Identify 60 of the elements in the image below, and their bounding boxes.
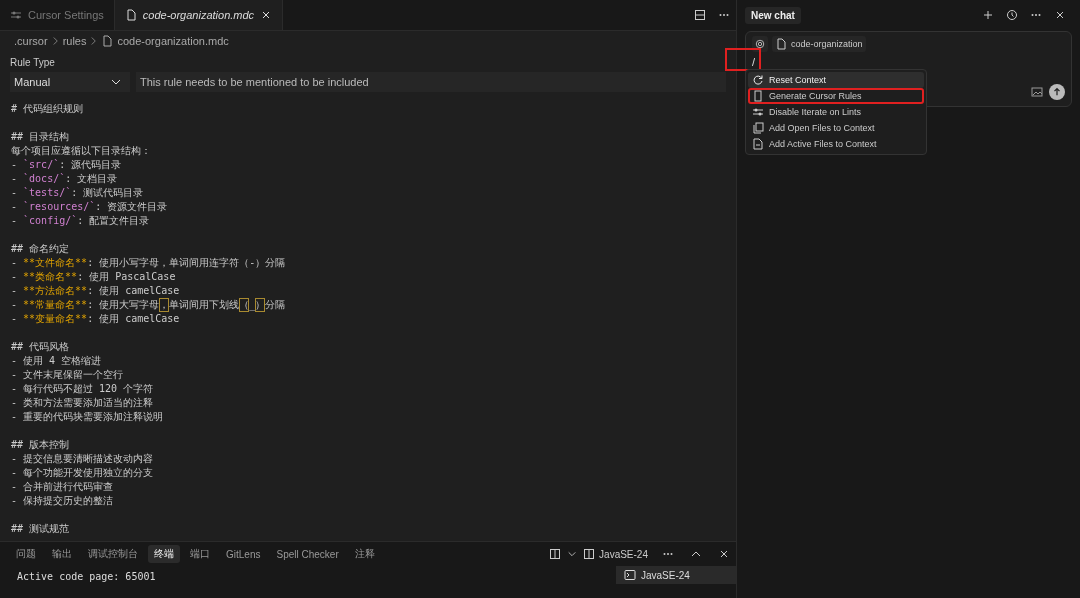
code-text: `tests/`	[23, 186, 72, 200]
menu-item-label: Reset Context	[769, 75, 827, 85]
code-text: - 保持提交历史的整洁	[11, 494, 114, 508]
menu-item-label: Add Active Files to Context	[769, 139, 877, 149]
code-text: -	[11, 312, 19, 326]
code-text: （	[239, 298, 250, 312]
code-text: **文件命名**	[23, 256, 88, 270]
code-text: -	[11, 298, 19, 312]
code-text: ，	[159, 298, 170, 312]
code-text: 分隔	[265, 298, 286, 312]
code-text: **类命名**	[23, 270, 78, 284]
code-text: : 使用 camelCase	[87, 312, 180, 326]
code-text: - 每行代码不超过 120 个字符	[11, 382, 154, 396]
code-text: -	[11, 270, 19, 284]
code-text: ## 测试规范	[11, 522, 70, 536]
code-text: **常量命名**	[23, 298, 88, 312]
code-text: -	[11, 214, 19, 228]
code-text: : 使用 camelCase	[87, 284, 180, 298]
code-text: `src/`	[23, 158, 60, 172]
code-text: -	[11, 186, 19, 200]
code-text: : 源代码目录	[59, 158, 122, 172]
code-text: - 类和方法需要添加适当的注释	[11, 396, 154, 410]
code-text: ## 目录结构	[11, 130, 70, 144]
code-text: `docs/`	[23, 172, 66, 186]
terminal-output: Active code page: 65001	[17, 571, 156, 582]
code-text: `config/`	[23, 214, 78, 228]
menu-item-label: Disable Iterate on Lints	[769, 107, 862, 117]
code-text: ## 版本控制	[11, 438, 70, 452]
code-text: : 文档目录	[65, 172, 118, 186]
code-text: : 配置文件目录	[77, 214, 150, 228]
rule-type-label: Rule Type	[10, 57, 56, 68]
code-text: - 重要的代码块需要添加注释说明	[11, 410, 164, 424]
code-text: : 测试代码目录	[71, 186, 144, 200]
code-text: 每个项目应遵循以下目录结构：	[11, 144, 151, 158]
menu-item-label: Generate Cursor Rules	[769, 91, 862, 101]
code-text: -	[11, 158, 19, 172]
code-text: - 文件末尾保留一个空行	[11, 368, 124, 382]
code-text: - 每个功能开发使用独立的分支	[11, 466, 154, 480]
code-text: -	[11, 284, 19, 298]
code-text: ## 命名约定	[11, 242, 70, 256]
code-text: ）	[255, 298, 266, 312]
chat-input-text: /	[752, 56, 756, 68]
code-text: `resources/`	[23, 200, 96, 214]
code-text: # 代码组织规则	[11, 102, 84, 116]
code-text: -	[11, 256, 19, 270]
code-text: - 提交信息要清晰描述改动内容	[11, 452, 154, 466]
code-text: ## 代码风格	[11, 340, 70, 354]
code-text: - 使用 4 空格缩进	[11, 354, 102, 368]
code-text: - 合并前进行代码审查	[11, 480, 114, 494]
code-text: 单词间用下划线	[169, 298, 240, 312]
code-text: -	[11, 172, 19, 186]
code-text: _	[249, 298, 256, 312]
menu-item-label: Add Open Files to Context	[769, 123, 875, 133]
code-text: : 使用 PascalCase	[77, 270, 176, 284]
code-text: : 使用大写字母	[87, 298, 160, 312]
code-text: : 资源文件目录	[95, 200, 168, 214]
code-text: **变量命名**	[23, 312, 88, 326]
code-text: : 使用小写字母，单词间用连字符（-）分隔	[87, 256, 286, 270]
code-text: -	[11, 200, 19, 214]
code-text: **方法命名**	[23, 284, 88, 298]
